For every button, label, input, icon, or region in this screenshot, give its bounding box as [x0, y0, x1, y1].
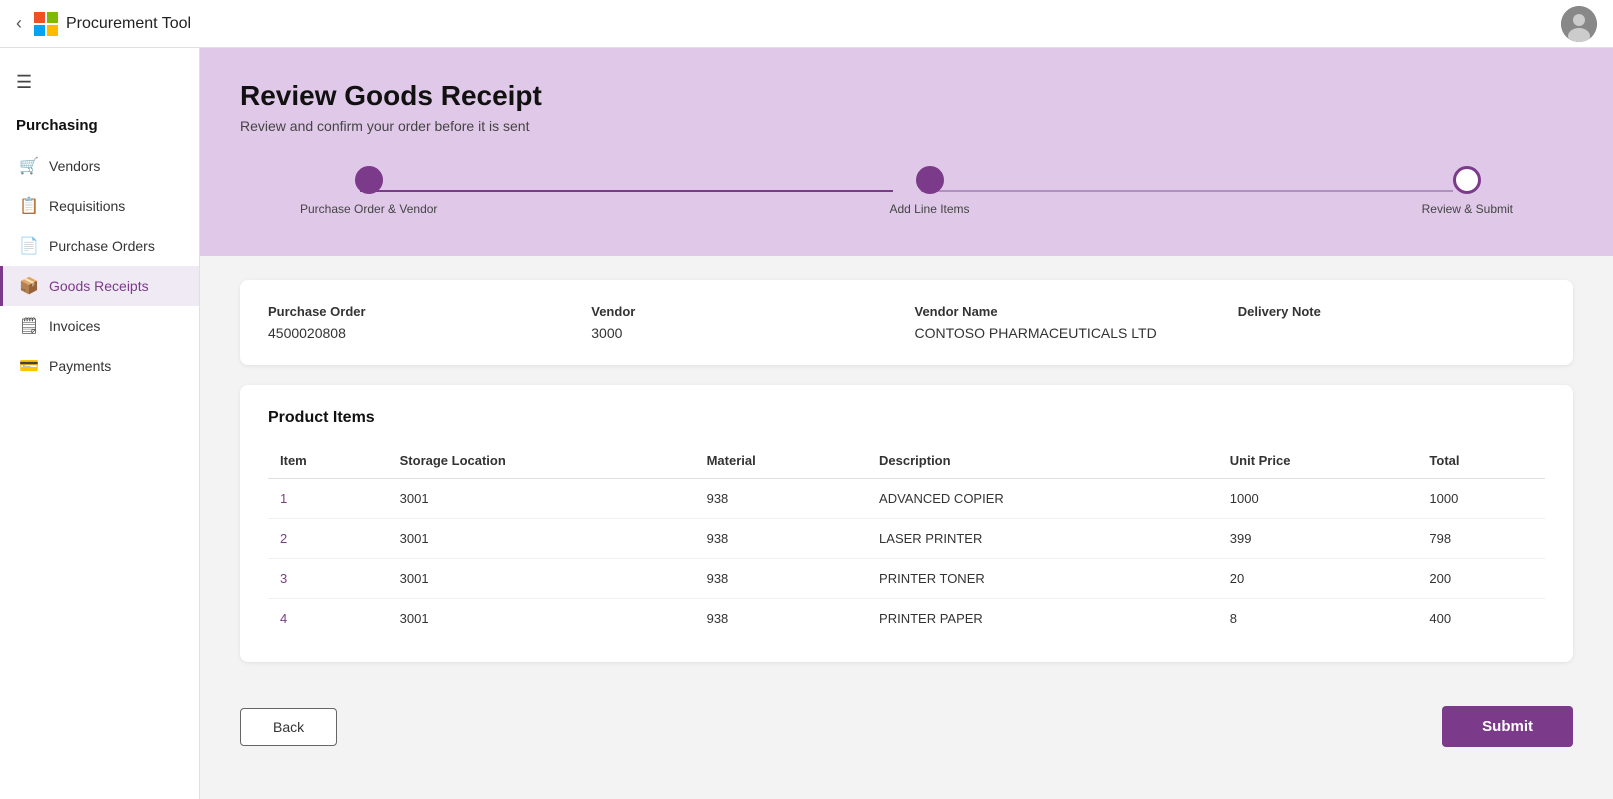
main-content: Review Goods Receipt Review and confirm … — [200, 48, 1613, 799]
cell-unit-price-2: 20 — [1218, 559, 1418, 599]
cell-unit-price-1: 399 — [1218, 519, 1418, 559]
user-avatar[interactable] — [1561, 6, 1597, 42]
cell-material-1: 938 — [695, 519, 867, 559]
cell-item-2: 3 — [268, 559, 388, 599]
sidebar-item-invoices[interactable]: 🗒 Invoices — [0, 306, 199, 346]
sidebar-section-title: Purchasing — [0, 109, 199, 146]
sidebar: ☰ Purchasing 🛒 Vendors 📋 Requisitions 📄 … — [0, 48, 200, 799]
po-label-purchase-order: Purchase Order — [268, 304, 575, 319]
requisitions-icon: 📋 — [19, 196, 39, 216]
product-items-title: Product Items — [268, 409, 1545, 427]
vendors-icon: 🛒 — [19, 156, 39, 176]
col-header-storage-location: Storage Location — [388, 443, 695, 479]
cell-storage-0: 3001 — [388, 479, 695, 519]
cell-storage-3: 3001 — [388, 599, 695, 639]
cell-item-0: 1 — [268, 479, 388, 519]
stepper-dot-3 — [1453, 166, 1481, 194]
stepper-dot-2 — [916, 166, 944, 194]
cell-item-3: 4 — [268, 599, 388, 639]
sidebar-item-purchase-orders[interactable]: 📄 Purchase Orders — [0, 226, 199, 266]
goods-receipts-icon: 📦 — [19, 276, 39, 296]
app-title: Procurement Tool — [66, 15, 191, 33]
col-header-description: Description — [867, 443, 1218, 479]
cards-area: Purchase Order 4500020808 Vendor 3000 Ve… — [200, 256, 1613, 686]
submit-button[interactable]: Submit — [1442, 706, 1573, 747]
product-items-card: Product Items Item Storage Location Mate… — [240, 385, 1573, 662]
po-info-card: Purchase Order 4500020808 Vendor 3000 Ve… — [240, 280, 1573, 365]
stepper-label-1: Purchase Order & Vendor — [300, 202, 437, 216]
sidebar-label-requisitions: Requisitions — [49, 198, 125, 214]
back-nav-icon[interactable]: ‹ — [16, 13, 22, 34]
sidebar-label-vendors: Vendors — [49, 158, 100, 174]
stepper-label-2: Add Line Items — [890, 202, 970, 216]
sidebar-label-purchase-orders: Purchase Orders — [49, 238, 155, 254]
po-field-purchase-order: Purchase Order 4500020808 — [268, 304, 575, 341]
cell-description-0: ADVANCED COPIER — [867, 479, 1218, 519]
cell-material-2: 938 — [695, 559, 867, 599]
stepper-step-3: Review & Submit — [1422, 166, 1513, 216]
cell-total-0: 1000 — [1417, 479, 1545, 519]
po-field-vendor-name: Vendor Name CONTOSO PHARMACEUTICALS LTD — [915, 304, 1222, 341]
col-header-material: Material — [695, 443, 867, 479]
stepper-step-2: Add Line Items — [890, 166, 970, 216]
table-row: 2 3001 938 LASER PRINTER 399 798 — [268, 519, 1545, 559]
po-label-delivery-note: Delivery Note — [1238, 304, 1545, 319]
col-header-unit-price: Unit Price — [1218, 443, 1418, 479]
po-value-vendor: 3000 — [591, 325, 898, 341]
hero-banner: Review Goods Receipt Review and confirm … — [200, 48, 1613, 256]
cell-material-3: 938 — [695, 599, 867, 639]
po-value-purchase-order: 4500020808 — [268, 325, 575, 341]
col-header-total: Total — [1417, 443, 1545, 479]
cell-description-2: PRINTER TONER — [867, 559, 1218, 599]
cell-total-1: 798 — [1417, 519, 1545, 559]
stepper-dot-1 — [355, 166, 383, 194]
microsoft-logo-icon — [34, 12, 58, 36]
app-body: ☰ Purchasing 🛒 Vendors 📋 Requisitions 📄 … — [0, 48, 1613, 799]
cell-item-1: 2 — [268, 519, 388, 559]
cell-unit-price-0: 1000 — [1218, 479, 1418, 519]
po-label-vendor: Vendor — [591, 304, 898, 319]
product-items-table: Item Storage Location Material Descripti… — [268, 443, 1545, 638]
hamburger-icon[interactable]: ☰ — [0, 64, 199, 101]
invoices-icon: 🗒 — [19, 316, 39, 336]
sidebar-label-invoices: Invoices — [49, 318, 100, 334]
topbar: ‹ Procurement Tool — [0, 0, 1613, 48]
brand-logo: Procurement Tool — [34, 12, 191, 36]
cell-description-1: LASER PRINTER — [867, 519, 1218, 559]
stepper-steps: Purchase Order & Vendor Add Line Items R… — [300, 166, 1513, 216]
page-title: Review Goods Receipt — [240, 80, 1573, 112]
po-value-vendor-name: CONTOSO PHARMACEUTICALS LTD — [915, 325, 1222, 341]
cell-storage-2: 3001 — [388, 559, 695, 599]
sidebar-item-payments[interactable]: 💳 Payments — [0, 346, 199, 386]
payments-icon: 💳 — [19, 356, 39, 376]
sidebar-label-payments: Payments — [49, 358, 111, 374]
purchase-orders-icon: 📄 — [19, 236, 39, 256]
cell-storage-1: 3001 — [388, 519, 695, 559]
sidebar-item-goods-receipts[interactable]: 📦 Goods Receipts — [0, 266, 199, 306]
progress-stepper: Purchase Order & Vendor Add Line Items R… — [240, 166, 1573, 216]
cell-unit-price-3: 8 — [1218, 599, 1418, 639]
sidebar-label-goods-receipts: Goods Receipts — [49, 278, 149, 294]
table-header-row: Item Storage Location Material Descripti… — [268, 443, 1545, 479]
col-header-item: Item — [268, 443, 388, 479]
table-row: 4 3001 938 PRINTER PAPER 8 400 — [268, 599, 1545, 639]
stepper-step-1: Purchase Order & Vendor — [300, 166, 437, 216]
stepper-label-3: Review & Submit — [1422, 202, 1513, 216]
cell-description-3: PRINTER PAPER — [867, 599, 1218, 639]
cell-total-2: 200 — [1417, 559, 1545, 599]
sidebar-item-vendors[interactable]: 🛒 Vendors — [0, 146, 199, 186]
po-field-vendor: Vendor 3000 — [591, 304, 898, 341]
cell-total-3: 400 — [1417, 599, 1545, 639]
back-button[interactable]: Back — [240, 708, 337, 746]
sidebar-item-requisitions[interactable]: 📋 Requisitions — [0, 186, 199, 226]
po-label-vendor-name: Vendor Name — [915, 304, 1222, 319]
table-row: 1 3001 938 ADVANCED COPIER 1000 1000 — [268, 479, 1545, 519]
table-row: 3 3001 938 PRINTER TONER 20 200 — [268, 559, 1545, 599]
footer-buttons: Back Submit — [200, 686, 1613, 779]
po-info-grid: Purchase Order 4500020808 Vendor 3000 Ve… — [268, 304, 1545, 341]
cell-material-0: 938 — [695, 479, 867, 519]
page-subtitle: Review and confirm your order before it … — [240, 118, 1573, 134]
po-field-delivery-note: Delivery Note — [1238, 304, 1545, 341]
